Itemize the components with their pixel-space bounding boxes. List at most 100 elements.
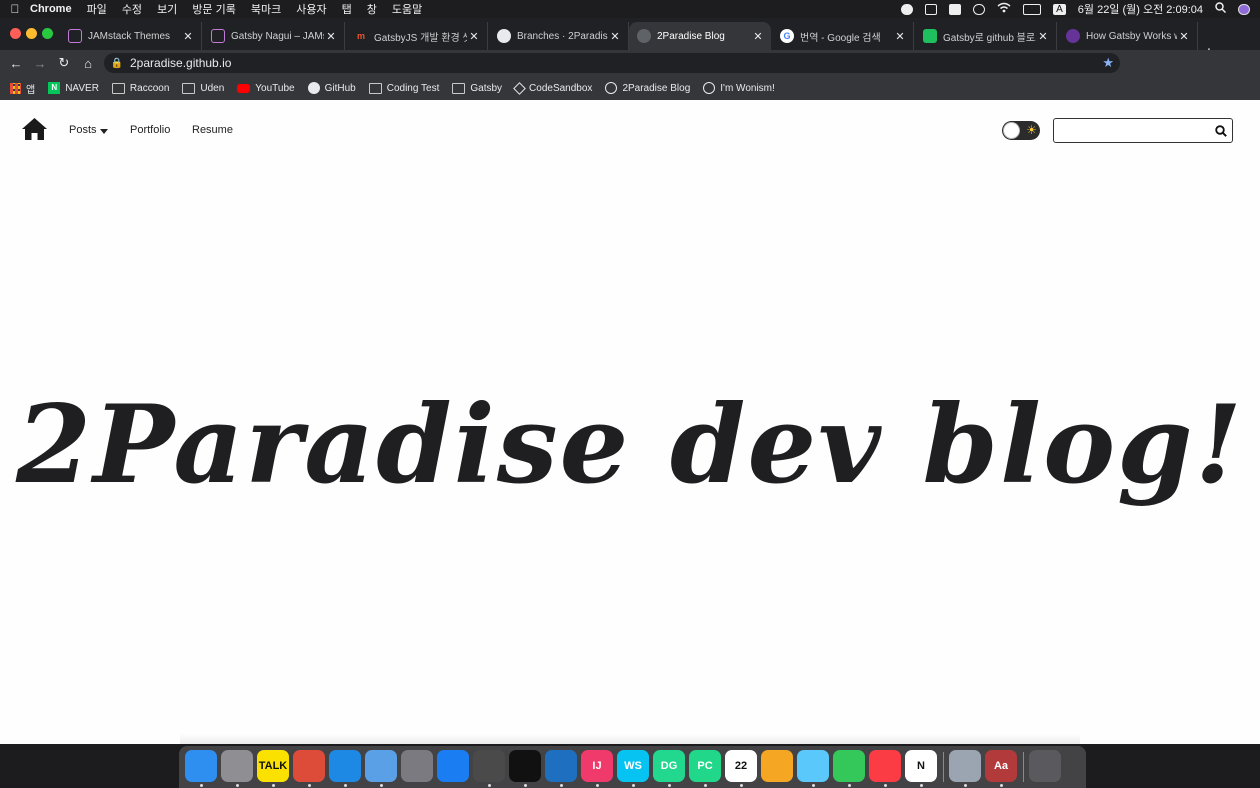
bookmark-gatsby[interactable]: Gatsby	[452, 82, 502, 94]
dock-messages-icon[interactable]	[797, 750, 829, 782]
nav-posts-dropdown[interactable]: Posts	[69, 124, 97, 136]
siri-icon[interactable]	[1238, 3, 1250, 15]
apple-menu-icon[interactable]: 	[0, 2, 30, 16]
window-minimize-button[interactable]	[26, 28, 37, 39]
tab-branches[interactable]: Branches · 2Paradise/ ✕	[489, 22, 629, 50]
tab-close-icon[interactable]: ✕	[324, 30, 338, 43]
dock-notion-icon[interactable]: N	[905, 750, 937, 782]
reload-icon[interactable]: ↻	[52, 55, 76, 71]
layout-status-icon[interactable]	[949, 3, 962, 15]
dock-running-indicator	[704, 784, 707, 787]
search-icon[interactable]	[1215, 124, 1227, 137]
sun-icon: ☀	[1026, 123, 1037, 137]
dock-finder-icon[interactable]	[185, 750, 217, 782]
dock-sublime-text-icon[interactable]	[473, 750, 505, 782]
caret-down-icon[interactable]	[100, 129, 108, 134]
menu-tab[interactable]: 탭	[342, 1, 352, 17]
bookmark-uden[interactable]: Uden	[182, 82, 224, 94]
dock-calendar-icon[interactable]: 22	[725, 750, 757, 782]
network-status-icon[interactable]	[973, 3, 986, 15]
nav-resume-link[interactable]: Resume	[192, 124, 233, 136]
bookmark-coding-test[interactable]: Coding Test	[368, 82, 439, 94]
window-zoom-button[interactable]	[42, 28, 53, 39]
dock-app-store-icon[interactable]	[437, 750, 469, 782]
battery-icon[interactable]	[1023, 3, 1042, 15]
bookmark-github[interactable]: GitHub	[307, 82, 356, 94]
tab-close-icon[interactable]: ✕	[608, 30, 622, 43]
tab-jamstack-themes[interactable]: JAMstack Themes ✕	[60, 22, 202, 50]
home-button-icon[interactable]: ⌂	[76, 56, 100, 71]
tab-how-gatsby-works[interactable]: How Gatsby Works wi ✕	[1058, 22, 1198, 50]
home-icon[interactable]	[21, 117, 48, 141]
dock-pycharm-icon[interactable]: PC	[689, 750, 721, 782]
menu-chrome[interactable]: Chrome	[30, 3, 72, 15]
tab-close-icon[interactable]: ✕	[893, 30, 907, 43]
tab-title: Gatsby로 github 블로그	[943, 32, 1036, 44]
menu-history[interactable]: 방문 기록	[192, 1, 236, 17]
bookmark-im-wonism[interactable]: I'm Wonism!	[703, 82, 775, 94]
bookmark-raccoon[interactable]: Raccoon	[111, 82, 169, 94]
dock-photos-icon[interactable]	[761, 750, 793, 782]
dock-music-icon[interactable]	[869, 750, 901, 782]
bookmark-2paradise-blog[interactable]: 2Paradise Blog	[605, 82, 690, 94]
search-input[interactable]	[1058, 122, 1208, 139]
dock-datagrip-icon[interactable]: DG	[653, 750, 685, 782]
dock-kakaotalk-icon[interactable]: TALK	[257, 750, 289, 782]
tab-gatsby-github-blog[interactable]: Gatsby로 github 블로그 ✕	[915, 22, 1057, 50]
menu-help[interactable]: 도움말	[392, 1, 422, 17]
menu-file[interactable]: 파일	[87, 1, 107, 17]
dock-vscode-icon[interactable]	[545, 750, 577, 782]
bookmark-apps[interactable]: 앱	[10, 81, 35, 96]
tab-gatsbyjs-setup[interactable]: m GatsbyJS 개발 환경 셋팅 ✕	[346, 22, 488, 50]
dock-launchpad-icon[interactable]	[401, 750, 433, 782]
tab-close-icon[interactable]: ✕	[1036, 30, 1050, 43]
dock-safari-icon[interactable]	[329, 750, 361, 782]
nav-portfolio-link[interactable]: Portfolio	[130, 124, 170, 136]
apps-grid-icon	[10, 82, 21, 94]
dock-preview-icon[interactable]	[365, 750, 397, 782]
address-bar[interactable]: 🔒 2paradise.github.io ★	[104, 53, 1120, 73]
dock-system-preferences-icon[interactable]	[221, 750, 253, 782]
dock-trash-icon[interactable]	[1029, 750, 1061, 782]
screen-status-icon[interactable]	[925, 3, 938, 15]
bookmark-youtube[interactable]: YouTube	[237, 83, 295, 94]
lock-icon[interactable]: 🔒	[104, 58, 130, 69]
tab-google-translate[interactable]: G 번역 - Google 검색 ✕	[772, 22, 914, 50]
menu-bookmarks[interactable]: 북마크	[251, 1, 281, 17]
forward-arrow-icon[interactable]: →	[28, 56, 52, 71]
clock[interactable]: 6월 22일 (월) 오전 2:09:04	[1078, 1, 1203, 17]
input-source-indicator[interactable]: A	[1053, 3, 1066, 15]
tab-close-icon[interactable]: ✕	[181, 30, 195, 43]
chat-status-icon[interactable]	[901, 3, 914, 15]
menu-people[interactable]: 사용자	[296, 1, 326, 17]
wifi-icon[interactable]	[997, 2, 1011, 16]
dock-webstorm-icon[interactable]: WS	[617, 750, 649, 782]
dock-preview-2-icon[interactable]	[949, 750, 981, 782]
dock-dictionary-icon[interactable]: Aa	[985, 750, 1017, 782]
dock-facetime-icon[interactable]	[833, 750, 865, 782]
dock-chrome-icon[interactable]	[293, 750, 325, 782]
tab-gatsby-nagui[interactable]: Gatsby Nagui – JAMst ✕	[203, 22, 345, 50]
dock-running-indicator	[596, 784, 599, 787]
theme-toggle-switch[interactable]: ☀	[1002, 121, 1040, 140]
bookmark-codesandbox[interactable]: CodeSandbox	[513, 81, 592, 95]
bookmark-star-icon[interactable]: ★	[1102, 55, 1114, 71]
back-arrow-icon[interactable]: ←	[4, 56, 28, 71]
dock-running-indicator	[560, 784, 563, 787]
folder-icon	[182, 82, 196, 94]
menu-view[interactable]: 보기	[157, 1, 177, 17]
menu-edit[interactable]: 수정	[122, 1, 142, 17]
tab-close-icon[interactable]: ✕	[1177, 30, 1191, 43]
dock-area: TALK IJ WS DG PC 22 N Aa	[0, 744, 1260, 788]
bookmark-naver[interactable]: N NAVER	[48, 82, 99, 94]
dock-intellij-icon[interactable]: IJ	[581, 750, 613, 782]
tab-close-icon[interactable]: ✕	[751, 30, 765, 43]
dock-running-indicator	[1000, 784, 1003, 787]
window-close-button[interactable]	[10, 28, 21, 39]
dock-terminal-icon[interactable]	[509, 750, 541, 782]
menu-window[interactable]: 창	[367, 1, 377, 17]
spotlight-search-icon[interactable]	[1215, 2, 1227, 16]
url-text[interactable]: 2paradise.github.io	[130, 56, 231, 70]
tab-2paradise-blog[interactable]: 2Paradise Blog ✕	[629, 22, 771, 50]
tab-close-icon[interactable]: ✕	[467, 30, 481, 43]
